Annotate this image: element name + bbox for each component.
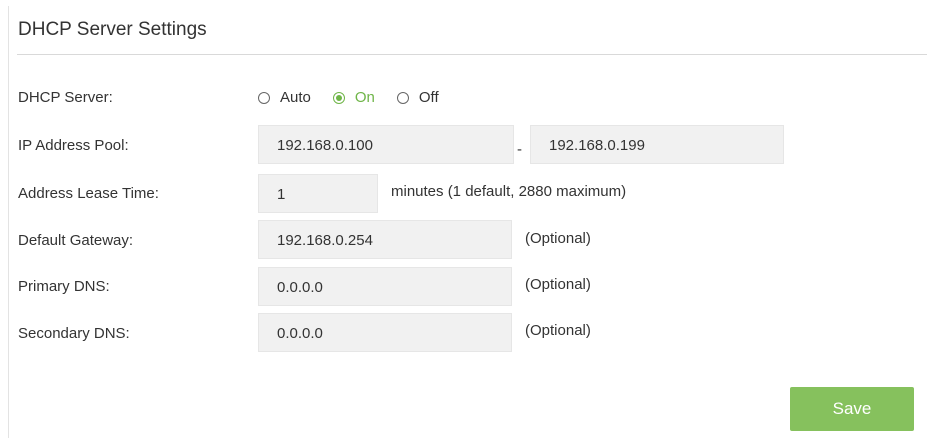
lease-time-hint: minutes (1 default, 2880 maximum)	[391, 183, 627, 200]
dhcp-settings-panel: DHCP Server Settings DHCP Server: Auto O…	[8, 6, 927, 438]
section-title: DHCP Server Settings	[18, 19, 207, 40]
ip-pool-label: IP Address Pool:	[18, 137, 129, 154]
gateway-label: Default Gateway:	[18, 232, 134, 249]
radio-auto-circle[interactable]	[258, 91, 270, 104]
primary-dns-hint: (Optional)	[525, 276, 591, 293]
ip-pool-start-input[interactable]: 192.168.0.100	[258, 125, 514, 164]
dhcp-server-label: DHCP Server:	[18, 89, 113, 106]
save-button[interactable]: Save	[790, 387, 914, 431]
ip-pool-separator: -	[517, 141, 522, 158]
radio-auto-label: Auto	[280, 89, 311, 106]
radio-off-circle[interactable]	[396, 91, 409, 104]
primary-dns-label: Primary DNS:	[18, 278, 110, 295]
dhcp-server-radio-group: Auto On Off	[258, 89, 461, 106]
secondary-dns-hint: (Optional)	[525, 322, 591, 339]
secondary-dns-input[interactable]: 0.0.0.0	[258, 313, 512, 352]
secondary-dns-label: Secondary DNS:	[18, 325, 130, 342]
radio-on-circle[interactable]	[332, 91, 345, 104]
ip-pool-end-input[interactable]: 192.168.0.199	[530, 125, 784, 164]
radio-on[interactable]: On	[332, 89, 375, 106]
radio-off[interactable]: Off	[396, 89, 439, 106]
primary-dns-input[interactable]: 0.0.0.0	[258, 267, 512, 306]
radio-auto[interactable]: Auto	[258, 89, 311, 106]
lease-time-label: Address Lease Time:	[18, 185, 159, 202]
lease-time-input[interactable]: 1	[258, 174, 378, 213]
radio-on-label: On	[354, 89, 375, 106]
title-divider	[17, 54, 927, 55]
gateway-input[interactable]: 192.168.0.254	[258, 220, 512, 259]
radio-off-label: Off	[418, 89, 439, 106]
gateway-hint: (Optional)	[525, 230, 591, 247]
